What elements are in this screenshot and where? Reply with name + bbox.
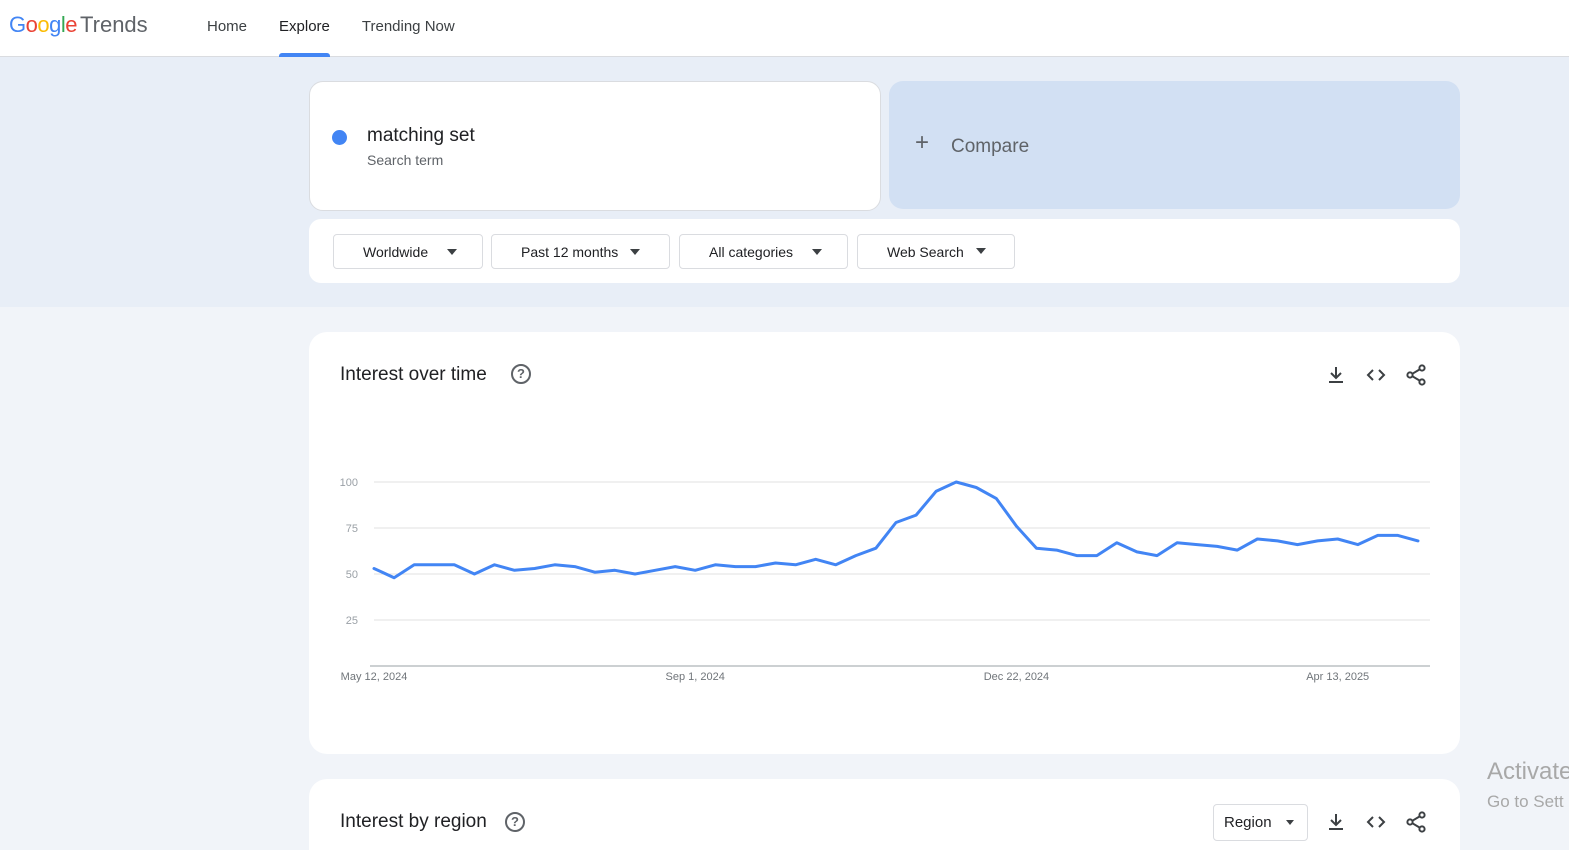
nav-home[interactable]: Home	[207, 0, 247, 57]
nav-explore[interactable]: Explore	[279, 0, 330, 57]
y-tick-label: 50	[346, 569, 358, 581]
location-filter[interactable]: Worldwide	[333, 234, 483, 269]
share-icon[interactable]	[1404, 810, 1428, 834]
main-nav: Home Explore Trending Now	[207, 0, 487, 57]
term-color-dot	[332, 130, 347, 145]
google-wordmark: Google	[9, 12, 78, 38]
logo-letter: o	[37, 12, 50, 37]
interest-by-region-title: Interest by region	[340, 811, 487, 832]
x-tick-label: Apr 13, 2025	[1306, 671, 1369, 683]
plus-icon: +	[915, 129, 930, 156]
google-trends-logo[interactable]: Google Trends	[9, 12, 148, 42]
time-range-filter[interactable]: Past 12 months	[491, 234, 670, 269]
dropdown-arrow-icon	[1286, 820, 1294, 825]
time-range-filter-label: Past 12 months	[521, 243, 619, 260]
activation-watermark-title: Activate	[1487, 758, 1569, 785]
logo-letter: G	[9, 12, 26, 37]
dropdown-arrow-icon	[976, 248, 986, 254]
compare-button[interactable]: + Compare	[889, 81, 1460, 209]
location-filter-label: Worldwide	[363, 243, 429, 260]
logo-letter: o	[25, 12, 38, 37]
category-filter-label: All categories	[709, 243, 794, 260]
search-term-card[interactable]: matching set Search term	[309, 81, 881, 211]
dropdown-arrow-icon	[447, 249, 457, 255]
search-property-filter[interactable]: Web Search	[857, 234, 1015, 269]
interest-over-time-card: Interest over time ? 25 50 75 100 May 12, 20…	[309, 332, 1460, 754]
search-term-subtitle: Search term	[367, 152, 444, 168]
search-term-name[interactable]: matching set	[367, 125, 475, 147]
dropdown-arrow-icon	[630, 249, 640, 255]
embed-icon[interactable]	[1364, 810, 1388, 834]
trends-wordmark: Trends	[80, 12, 148, 37]
category-filter[interactable]: All categories	[679, 234, 848, 269]
interest-by-region-card: Interest by region ? Region	[309, 779, 1460, 850]
region-resolution-select[interactable]: Region	[1213, 804, 1308, 841]
y-tick-label: 100	[340, 477, 358, 489]
compare-label: Compare	[951, 136, 1030, 157]
logo-letter: e	[65, 12, 78, 37]
x-tick-label: Sep 1, 2024	[666, 671, 725, 683]
region-select-label: Region	[1224, 814, 1272, 831]
filter-bar: Worldwide Past 12 months All categories …	[309, 219, 1460, 283]
x-tick-label: Dec 22, 2024	[984, 671, 1049, 683]
search-property-filter-label: Web Search	[887, 243, 964, 260]
activation-watermark-subtitle: Go to Sett	[1487, 792, 1564, 811]
download-icon[interactable]	[1324, 810, 1348, 834]
y-tick-label: 25	[346, 615, 358, 627]
dropdown-arrow-icon	[812, 249, 822, 255]
y-tick-label: 75	[346, 523, 358, 535]
help-icon[interactable]: ?	[505, 812, 525, 832]
top-bar: Google Trends Home Explore Trending Now	[0, 0, 1569, 57]
x-tick-label: May 12, 2024	[341, 671, 408, 683]
series-line-matching-set	[372, 480, 1420, 580]
interest-line-chart: 25 50 75 100 May 12, 2024 Sep 1, 2024 Dec 22, …	[340, 477, 1430, 683]
nav-trending-now[interactable]: Trending Now	[362, 0, 455, 57]
logo-letter: g	[49, 12, 61, 37]
